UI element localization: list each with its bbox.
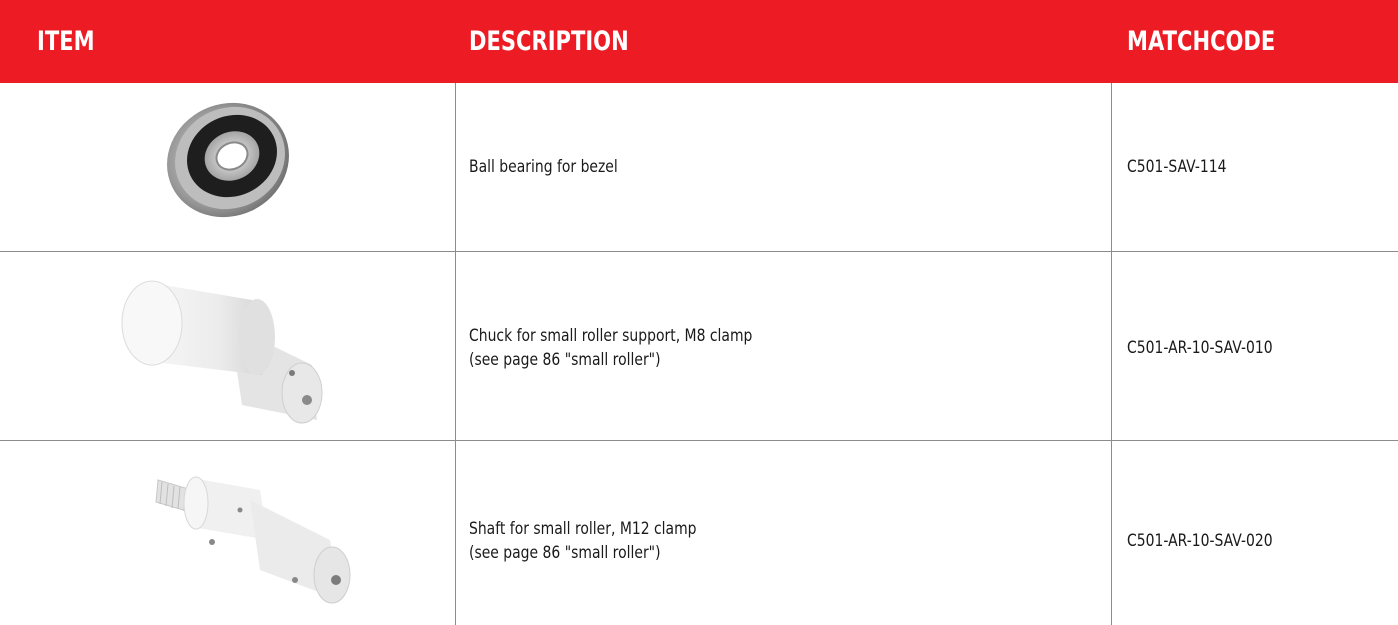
shaft-icon xyxy=(155,476,351,604)
ball-bearing-icon xyxy=(167,102,289,218)
row-divider xyxy=(0,440,1398,441)
header-matchcode: MATCHCODE xyxy=(1127,26,1276,57)
matchcode-text: C501-SAV-114 xyxy=(1127,157,1227,177)
matchcode-text: C501-AR-10-SAV-010 xyxy=(1127,338,1273,358)
description-text: Chuck for small roller support, M8 clamp xyxy=(469,326,753,346)
description-text: (see page 86 "small roller") xyxy=(469,350,661,370)
parts-table: ITEM DESCRIPTION MATCHCODE Ball bearing … xyxy=(0,0,1398,625)
row-divider xyxy=(0,251,1398,252)
table-header: ITEM DESCRIPTION MATCHCODE xyxy=(0,0,1398,83)
matchcode-text: C501-AR-10-SAV-020 xyxy=(1127,531,1273,551)
chuck-icon xyxy=(121,280,323,424)
column-divider xyxy=(1111,83,1112,625)
description-text: Shaft for small roller, M12 clamp xyxy=(469,519,697,539)
description-text: (see page 86 "small roller") xyxy=(469,543,661,563)
header-item: ITEM xyxy=(37,26,95,57)
header-description: DESCRIPTION xyxy=(469,26,629,57)
description-text: Ball bearing for bezel xyxy=(469,157,618,177)
column-divider xyxy=(455,83,456,625)
